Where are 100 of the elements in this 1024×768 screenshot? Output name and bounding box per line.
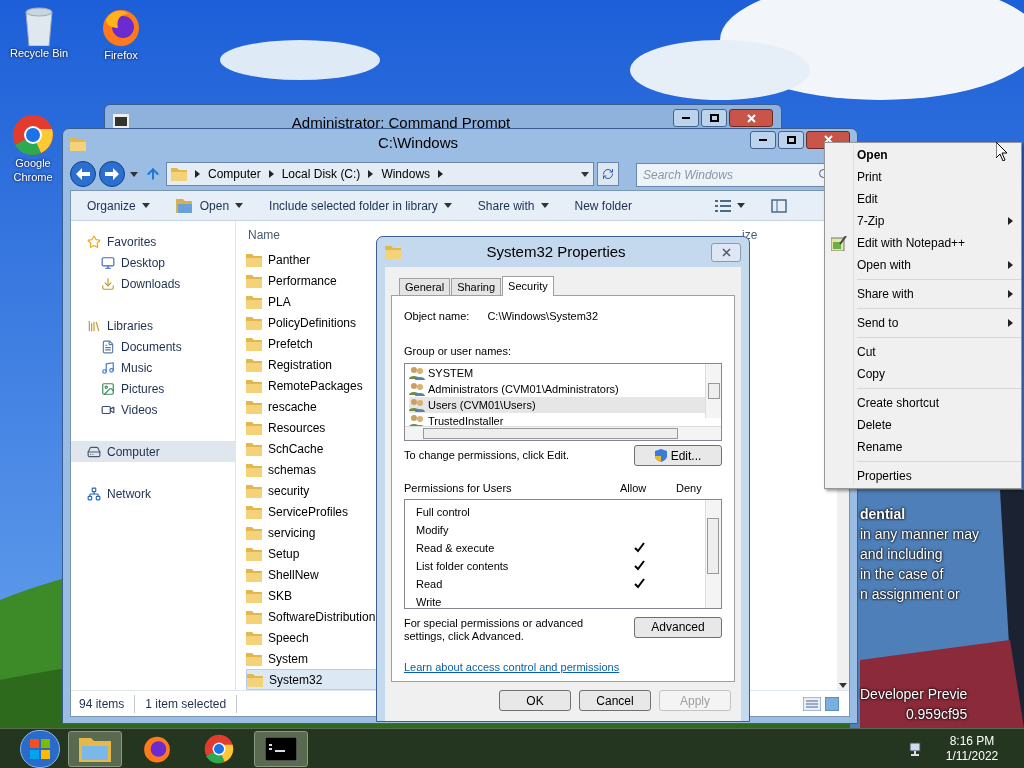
close-button[interactable] xyxy=(729,109,773,127)
file-row[interactable]: Performance xyxy=(246,270,378,292)
help-link[interactable]: Learn about access control and permissions xyxy=(404,658,722,675)
menu-item[interactable]: Create shortcut xyxy=(857,392,1021,414)
history-dropdown[interactable] xyxy=(128,171,140,177)
toolbar-button[interactable]: Organize xyxy=(87,196,150,215)
file-row[interactable]: Panther xyxy=(246,249,378,271)
network-icon[interactable] xyxy=(908,740,924,757)
menu-item[interactable]: Open with xyxy=(825,254,1021,276)
menu-item[interactable]: Edit with Notepad++ xyxy=(825,232,1021,254)
desktop-icon-label[interactable]: Recycle Bin xyxy=(9,46,69,60)
folder-icon xyxy=(246,420,262,435)
file-row[interactable]: SchCache xyxy=(246,438,378,460)
advanced-button[interactable]: Advanced xyxy=(634,616,722,638)
folder-icon xyxy=(246,630,262,645)
file-row[interactable]: Setup xyxy=(246,543,378,565)
file-row[interactable]: rescache xyxy=(246,396,378,418)
folder-icon xyxy=(247,672,263,687)
file-row[interactable]: PLA xyxy=(246,291,378,313)
nav-item[interactable]: Videos xyxy=(71,399,235,421)
menu-item[interactable]: Delete xyxy=(857,414,1021,436)
close-icon xyxy=(746,113,756,123)
forward-button[interactable] xyxy=(99,161,125,188)
hint-text: To change permissions, click Edit. xyxy=(404,448,570,463)
file-row[interactable]: System32 xyxy=(246,669,378,691)
breadcrumb-item[interactable]: Local Disk (C:) xyxy=(281,165,361,184)
file-row[interactable]: ServiceProfiles xyxy=(246,501,378,523)
file-row[interactable]: PolicyDefinitions xyxy=(246,312,378,334)
file-row[interactable]: servicing xyxy=(246,522,378,544)
views-button[interactable] xyxy=(715,199,745,212)
minimize-button[interactable] xyxy=(750,130,776,149)
toolbar-button[interactable]: Open xyxy=(175,196,244,215)
close-button[interactable] xyxy=(711,242,741,262)
scrollbar[interactable] xyxy=(705,364,721,418)
breadcrumb-item[interactable]: Windows xyxy=(381,165,431,184)
nav-item[interactable]: Favorites xyxy=(71,231,235,253)
watermark-text: 0.959cf95 xyxy=(905,705,968,724)
menu-item[interactable]: Properties xyxy=(857,465,1021,487)
desktop-icon-label[interactable]: Firefox xyxy=(104,48,138,62)
scrollbar[interactable] xyxy=(705,499,721,608)
thumbnail-view-icon[interactable] xyxy=(825,696,839,711)
back-button[interactable] xyxy=(70,161,96,188)
user-row[interactable]: Users (CVM01\Users) xyxy=(409,397,705,413)
toolbar-button[interactable]: New folder xyxy=(574,196,632,215)
file-row[interactable]: security xyxy=(246,480,378,502)
menu-item[interactable]: Edit xyxy=(825,188,1021,210)
user-row[interactable]: SYSTEM xyxy=(409,365,705,381)
file-row[interactable]: ShellNew xyxy=(246,564,378,586)
nav-item[interactable]: Libraries xyxy=(71,315,235,337)
file-row[interactable]: SKB xyxy=(246,585,378,607)
file-row[interactable]: schemas xyxy=(246,459,378,481)
menu-item[interactable]: Copy xyxy=(857,363,1021,385)
nav-item[interactable]: Pictures xyxy=(71,378,235,400)
maximize-button[interactable] xyxy=(701,109,727,127)
minimize-button[interactable] xyxy=(673,109,699,127)
nav-item[interactable]: Computer xyxy=(71,441,235,463)
nav-item[interactable]: Network xyxy=(71,483,235,505)
tab[interactable]: Sharing xyxy=(451,278,502,295)
desktop-icon-label[interactable]: Google Chrome xyxy=(6,156,60,184)
taskbar-button[interactable] xyxy=(254,730,308,767)
user-row[interactable]: Administrators (CVM01\Administrators) xyxy=(409,381,705,397)
refresh-button[interactable] xyxy=(597,162,619,187)
clock-time[interactable]: 8:16 PM xyxy=(949,733,995,749)
edit-button[interactable]: Edit... xyxy=(634,445,722,466)
start-button[interactable] xyxy=(20,729,60,768)
file-row[interactable]: Registration xyxy=(246,354,378,376)
caret-icon xyxy=(443,203,452,209)
nav-item[interactable]: Desktop xyxy=(71,252,235,274)
maximize-button[interactable] xyxy=(778,130,804,149)
dialog-button[interactable]: OK xyxy=(499,690,571,711)
window-title: C:\Windows xyxy=(377,133,459,154)
breadcrumb-item[interactable]: Computer xyxy=(208,165,261,184)
file-row[interactable]: System xyxy=(246,648,378,670)
menu-item[interactable]: 7-Zip xyxy=(825,210,1021,232)
file-row[interactable]: Prefetch xyxy=(246,333,378,355)
file-row[interactable]: RemotePackages xyxy=(246,375,378,397)
maximize-icon xyxy=(709,114,719,122)
watermark-text: in any manner may xyxy=(860,525,980,544)
tab[interactable]: Security xyxy=(502,276,554,296)
menu-item[interactable]: Rename xyxy=(857,436,1021,458)
menu-item[interactable]: Share with xyxy=(857,283,1021,305)
file-row[interactable]: Resources xyxy=(246,417,378,439)
taskbar-button[interactable] xyxy=(68,730,122,767)
scrollbar[interactable] xyxy=(405,426,721,440)
nav-item[interactable]: Documents xyxy=(71,336,235,358)
file-row[interactable]: SoftwareDistribution xyxy=(246,606,378,628)
tab[interactable]: General xyxy=(399,278,451,295)
file-row[interactable]: Speech xyxy=(246,627,378,649)
nav-item[interactable]: Downloads xyxy=(71,273,235,295)
caret-icon xyxy=(130,171,138,177)
permission-name: Read & execute xyxy=(416,541,496,557)
dialog-button[interactable]: Cancel xyxy=(579,690,651,711)
address-bar[interactable]: Computer Local Disk (C:) Windows xyxy=(166,162,594,187)
menu-item[interactable]: Cut xyxy=(857,341,1021,363)
toolbar-button[interactable]: Include selected folder in library xyxy=(269,196,452,215)
nav-item[interactable]: Music xyxy=(71,357,235,379)
menu-item[interactable]: Send to xyxy=(857,312,1021,334)
toolbar-button[interactable]: Share with xyxy=(477,196,549,215)
preview-pane-button[interactable] xyxy=(771,198,787,213)
clock-date[interactable]: 1/11/2022 xyxy=(945,748,999,764)
